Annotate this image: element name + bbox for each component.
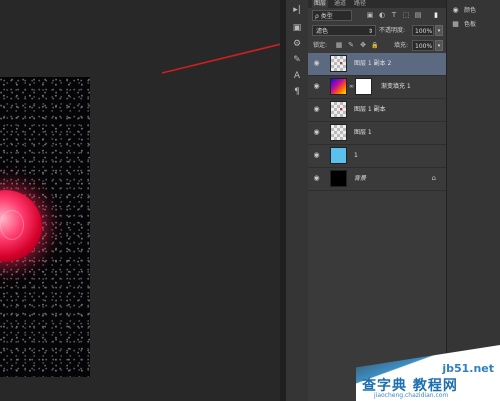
layer-list: ◉ 图层 1 副本 2 ◉ ∞ 渐变填充 1 ◉ 图层 1 副本 ◉ 图层 1 … — [308, 53, 446, 191]
tab-channels[interactable]: 通道 — [332, 0, 348, 8]
brush-icon[interactable]: ✎ — [290, 54, 304, 66]
visibility-eye-icon[interactable]: ◉ — [312, 174, 321, 183]
pixel-filter-icon[interactable]: ▣ — [366, 11, 374, 20]
document-image[interactable] — [0, 77, 90, 377]
layer-name: 图层 1 副本 2 — [354, 60, 392, 67]
right-dock: ◉ 颜色 ▦ 色板 — [446, 0, 500, 401]
filter-toggle-icon[interactable]: ▮ — [432, 11, 440, 20]
type-filter-icon[interactable]: T — [390, 11, 398, 20]
layer-name: 图层 1 — [354, 129, 372, 136]
layer-thumbnail — [330, 170, 347, 187]
blend-mode-select[interactable]: 滤色 ⇕ — [312, 25, 376, 36]
blend-row: 滤色 ⇕ 不透明度: 100% ▾ — [308, 24, 446, 38]
lock-icon: ⌂ — [431, 174, 436, 182]
tab-layers[interactable]: 图层 — [312, 0, 329, 8]
smart-object-filter-icon[interactable]: ▤ — [414, 11, 422, 20]
dock-color-label: 颜色 — [464, 7, 477, 14]
lock-pixels-icon[interactable]: ✎ — [347, 41, 355, 50]
character-icon[interactable]: A — [290, 70, 304, 82]
visibility-eye-icon[interactable]: ◉ — [312, 151, 321, 160]
layer-name: 背景 — [354, 175, 367, 182]
properties-icon[interactable]: ⚙ — [290, 38, 304, 50]
lock-label: 锁定: — [313, 42, 328, 49]
fill-label: 填充: — [394, 42, 409, 49]
layer-name: 1 — [354, 152, 358, 159]
tab-paths[interactable]: 路径 — [352, 0, 368, 8]
layer-row[interactable]: ◉ 背景 ⌂ — [308, 168, 446, 191]
lock-transparency-icon[interactable]: ▦ — [335, 41, 343, 50]
layer-row[interactable]: ◉ 图层 1 副本 — [308, 99, 446, 122]
panel-collapse-icon[interactable]: ▸| — [290, 4, 304, 16]
color-icon: ◉ — [452, 6, 459, 14]
layer-thumbnail — [330, 101, 347, 118]
fill-slider-button[interactable]: ▾ — [435, 40, 443, 51]
shape-filter-icon[interactable]: ⬚ — [402, 11, 410, 20]
layers-panel: 图层 通道 路径 ρ 类型 ▣ ◐ T ⬚ ▤ ▮ 滤色 ⇕ 不透明度: 100… — [308, 0, 446, 401]
layer-name: 图层 1 副本 — [354, 106, 386, 113]
opacity-input[interactable]: 100% — [412, 25, 434, 36]
watermark-site: jb51.net — [442, 362, 494, 375]
panel-tabs: 图层 通道 路径 — [308, 0, 446, 8]
visibility-eye-icon[interactable]: ◉ — [312, 105, 321, 114]
layer-mask-thumbnail[interactable] — [355, 78, 372, 95]
filter-kind-select[interactable]: ρ 类型 — [312, 10, 352, 21]
lock-all-icon[interactable]: 🔒 — [371, 41, 379, 50]
dock-color[interactable]: ◉ 颜色 — [451, 4, 476, 16]
canvas-area[interactable] — [0, 0, 318, 401]
layer-name: 渐变填充 1 — [381, 83, 411, 90]
dock-swatches-label: 色板 — [464, 21, 477, 28]
paragraph-icon[interactable]: ¶ — [290, 86, 304, 98]
visibility-eye-icon[interactable]: ◉ — [312, 59, 321, 68]
opacity-label: 不透明度: — [379, 27, 406, 34]
lock-row: 锁定: ▦ ✎ ✥ 🔒 填充: 100% ▾ — [308, 39, 446, 54]
chevron-down-icon: ⇕ — [367, 28, 373, 35]
dock-swatches[interactable]: ▦ 色板 — [451, 18, 476, 30]
layer-thumbnail — [330, 55, 347, 72]
watermark: jb51.net 查字典 教程网 jiaocheng.chazidian.com — [356, 345, 500, 401]
visibility-eye-icon[interactable]: ◉ — [312, 128, 321, 137]
layer-row[interactable]: ◉ ∞ 渐变填充 1 — [308, 76, 446, 99]
gradient-fill-thumbnail — [330, 78, 347, 95]
fill-input[interactable]: 100% — [412, 40, 434, 51]
opacity-slider-button[interactable]: ▾ — [435, 25, 443, 36]
layer-row[interactable]: ◉ 1 — [308, 145, 446, 168]
watermark-url: jiaocheng.chazidian.com — [374, 392, 449, 399]
collapsed-panel-toolbar: ▸| ▣ ⚙ ✎ A ¶ — [286, 0, 309, 401]
swatches-icon: ▦ — [452, 20, 459, 28]
lock-position-icon[interactable]: ✥ — [359, 41, 367, 50]
layer-thumbnail — [330, 124, 347, 141]
layer-thumbnail — [330, 147, 347, 164]
link-icon: ∞ — [349, 83, 354, 90]
history-icon[interactable]: ▣ — [290, 22, 304, 34]
layer-row[interactable]: ◉ 图层 1 副本 2 — [308, 53, 446, 76]
visibility-eye-icon[interactable]: ◉ — [312, 82, 321, 91]
blend-mode-value: 滤色 — [316, 28, 329, 35]
layer-row[interactable]: ◉ 图层 1 — [308, 122, 446, 145]
layer-filter-row: ρ 类型 ▣ ◐ T ⬚ ▤ ▮ — [308, 9, 446, 23]
adjustment-filter-icon[interactable]: ◐ — [378, 11, 386, 20]
